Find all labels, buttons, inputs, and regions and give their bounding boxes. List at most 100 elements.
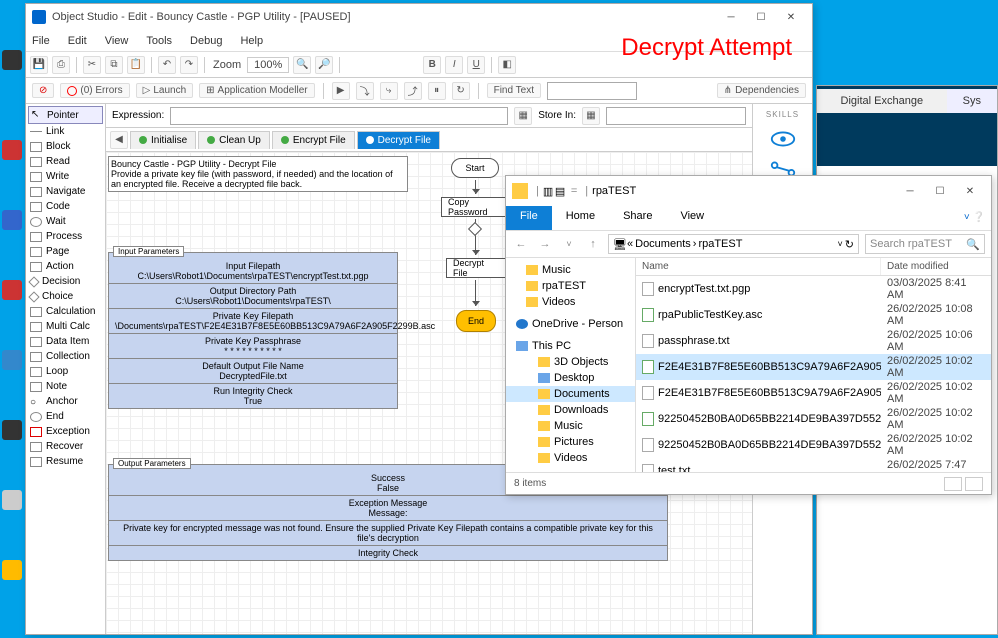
errors-button[interactable]: (0) Errors [60, 83, 129, 98]
tab-sys[interactable]: Sys [947, 89, 997, 113]
start-node[interactable]: Start [451, 158, 499, 178]
palette-navigate[interactable]: Navigate [28, 184, 103, 199]
menu-debug[interactable]: Debug [190, 35, 222, 47]
save-icon[interactable]: 💾 [30, 56, 48, 74]
explorer-titlebar[interactable]: | ▥ ▤ =| rpaTEST ─ ☐ ✕ [506, 176, 991, 206]
stop-icon[interactable]: ↻ [452, 82, 470, 100]
palette-link[interactable]: Link [28, 124, 103, 139]
find-text-input[interactable] [547, 82, 637, 100]
tree-music[interactable]: Music [506, 262, 635, 278]
palette-loop[interactable]: Loop [28, 364, 103, 379]
find-text-button[interactable]: Find Text [487, 83, 541, 98]
tab-decrypt-file[interactable]: Decrypt File [357, 131, 440, 149]
palette-end[interactable]: End [28, 409, 103, 424]
param-row[interactable]: Input FilepathC:\Users\Robot1\Documents\… [109, 253, 397, 283]
end-node[interactable]: End [456, 310, 496, 332]
palette-note[interactable]: Note [28, 379, 103, 394]
nav-history-icon[interactable]: ˅ [560, 239, 578, 249]
tabs-scroll-left-icon[interactable]: ◀ [110, 131, 128, 149]
file-row[interactable]: test.txt26/02/2025 7:47 AM [636, 458, 991, 472]
file-row[interactable]: encryptTest.txt.pgp03/03/2025 8:41 AM [636, 276, 991, 302]
nav-back-icon[interactable]: ← [512, 238, 530, 250]
palette-page[interactable]: Page [28, 244, 103, 259]
copy-password-node[interactable]: Copy Password [441, 197, 511, 217]
palette-resume[interactable]: Resume [28, 454, 103, 469]
close-button[interactable]: ✕ [776, 7, 806, 27]
tree-pictures[interactable]: Pictures [506, 434, 635, 450]
exp-maximize-button[interactable]: ☐ [925, 181, 955, 201]
explorer-file-list[interactable]: Name Date modified encryptTest.txt.pgp03… [636, 258, 991, 472]
menu-help[interactable]: Help [240, 35, 263, 47]
tab-digital-exchange[interactable]: Digital Exchange [817, 89, 947, 113]
palette-pointer[interactable]: ↖Pointer [28, 106, 103, 124]
palette-recover[interactable]: Recover [28, 439, 103, 454]
menu-edit[interactable]: Edit [68, 35, 87, 47]
palette-wait[interactable]: Wait [28, 214, 103, 229]
step-icon[interactable]: ⤵ [356, 82, 374, 100]
storein-input[interactable] [606, 107, 746, 125]
ribbon-tab-share[interactable]: Share [609, 206, 666, 230]
view-details-icon[interactable] [944, 477, 962, 491]
palette-read[interactable]: Read [28, 154, 103, 169]
tree-videos[interactable]: Videos [506, 294, 635, 310]
step-over-icon[interactable]: ⤷ [380, 82, 398, 100]
expression-input[interactable] [170, 107, 508, 125]
storein-helper-icon[interactable]: ▦ [582, 107, 600, 125]
undo-icon[interactable]: ↶ [158, 56, 176, 74]
tree-onedrive---person[interactable]: OneDrive - Person [506, 316, 635, 332]
palette-data-item[interactable]: Data Item [28, 334, 103, 349]
tree-rpatest[interactable]: rpaTEST [506, 278, 635, 294]
param-row[interactable]: Output Directory PathC:\Users\Robot1\Doc… [109, 283, 397, 308]
ribbon-tab-file[interactable]: File [506, 206, 552, 230]
copy-icon[interactable]: ⧉ [105, 56, 123, 74]
app-modeller-button[interactable]: ⊞Application Modeller [199, 83, 314, 98]
tree-3d-objects[interactable]: 3D Objects [506, 354, 635, 370]
palette-multi-calc[interactable]: Multi Calc [28, 319, 103, 334]
param-row[interactable]: Run Integrity CheckTrue [109, 383, 397, 408]
dependencies-button[interactable]: ⋔Dependencies [717, 83, 806, 98]
palette-decision[interactable]: Decision [28, 274, 103, 289]
tree-downloads[interactable]: Downloads [506, 402, 635, 418]
param-row[interactable]: Integrity Check [109, 545, 667, 560]
tree-videos[interactable]: Videos [506, 450, 635, 466]
explorer-search-input[interactable]: Search rpaTEST 🔍 [865, 234, 985, 254]
file-row[interactable]: 92250452B0BA0D65BB2214DE9BA397D55225EFED… [636, 406, 991, 432]
file-row[interactable]: rpaPublicTestKey.asc26/02/2025 10:08 AM [636, 302, 991, 328]
zoom-value[interactable]: 100% [247, 57, 289, 73]
expression-helper-icon[interactable]: ▦ [514, 107, 532, 125]
exp-close-button[interactable]: ✕ [955, 181, 985, 201]
explorer-tree[interactable]: MusicrpaTESTVideosOneDrive - PersonThis … [506, 258, 636, 472]
exp-minimize-button[interactable]: ─ [895, 181, 925, 201]
help-icon[interactable]: ˅ ❔ [964, 212, 985, 223]
page-info-box[interactable]: Bouncy Castle - PGP Utility - Decrypt Fi… [108, 156, 408, 192]
palette-block[interactable]: Block [28, 139, 103, 154]
zoom-in-icon[interactable]: 🔎 [315, 56, 333, 74]
breadcrumb[interactable]: 🖥« Documents› rpaTEST ˅↻ [608, 234, 859, 254]
input-parameters-block[interactable]: Input Parameters Input FilepathC:\Users\… [108, 252, 398, 409]
menu-file[interactable]: File [32, 35, 50, 47]
nav-up-icon[interactable]: ↑ [584, 238, 602, 250]
palette-action[interactable]: Action [28, 259, 103, 274]
bold-icon[interactable]: B [423, 56, 441, 74]
launch-button[interactable]: ▷Launch [136, 83, 194, 98]
titlebar[interactable]: Object Studio - Edit - Bouncy Castle - P… [26, 4, 812, 30]
tab-clean-up[interactable]: Clean Up [198, 131, 270, 149]
file-row[interactable]: 92250452B0BA0D65BB2214DE9BA397D55225EFED… [636, 432, 991, 458]
maximize-button[interactable]: ☐ [746, 7, 776, 27]
menu-view[interactable]: View [105, 35, 129, 47]
minimize-button[interactable]: ─ [716, 7, 746, 27]
view-large-icon[interactable] [965, 477, 983, 491]
eye-icon[interactable] [769, 129, 797, 149]
file-row[interactable]: F2E4E31B7F8E5E60BB513C9A79A6F2A905F2299B… [636, 380, 991, 406]
validate-button[interactable]: ⊘ [32, 83, 54, 98]
zoom-out-icon[interactable]: 🔍 [293, 56, 311, 74]
palette-anchor[interactable]: ○Anchor [28, 394, 103, 409]
pause-icon[interactable]: ⏸ [428, 82, 446, 100]
palette-collection[interactable]: Collection [28, 349, 103, 364]
ribbon-tab-home[interactable]: Home [552, 206, 609, 230]
param-row[interactable]: Private Key Filepath\Documents\rpaTEST\F… [109, 308, 397, 333]
param-row[interactable]: Exception MessageMessage: [109, 495, 667, 520]
decision-diamond[interactable] [468, 222, 482, 236]
underline-icon[interactable]: U [467, 56, 485, 74]
italic-icon[interactable]: I [445, 56, 463, 74]
